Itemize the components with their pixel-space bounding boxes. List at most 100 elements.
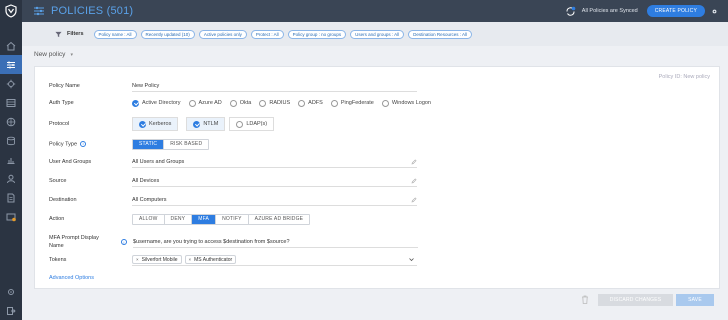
- shield-logo-icon: [5, 4, 17, 18]
- source-value: All Devices: [132, 177, 160, 184]
- sync-icon: [566, 6, 576, 16]
- protocol-option-label: LDAP(s): [246, 121, 268, 127]
- radio-checked-icon: [132, 99, 139, 107]
- filter-chip-protect[interactable]: Protect : All: [250, 29, 284, 39]
- breadcrumb-title: New policy: [34, 51, 66, 58]
- protocol-row: Protocol Kerberos NTLM LDAP(s): [49, 117, 705, 131]
- radio-icon: [229, 99, 237, 107]
- policy-name-row: Policy Name New Policy: [49, 80, 705, 92]
- page-title: POLICIES (501): [51, 5, 134, 17]
- nav-globe-icon[interactable]: [0, 112, 22, 131]
- close-icon[interactable]: ×: [189, 257, 192, 262]
- edit-icon[interactable]: [411, 197, 417, 203]
- filters-label: Filters: [67, 31, 84, 37]
- token-label: MS Authenticator: [194, 256, 233, 263]
- protocol-option-label: Kerberos: [149, 121, 172, 127]
- mfa-prompt-input[interactable]: $username, are you trying to access $des…: [133, 236, 418, 248]
- trash-icon[interactable]: [581, 295, 589, 304]
- create-policy-button[interactable]: CREATE POLICY: [646, 5, 705, 17]
- filter-chip-users-groups[interactable]: Users and groups : All: [350, 29, 405, 39]
- auth-active-directory[interactable]: Active Directory: [132, 99, 181, 107]
- destination-row: Destination All Computers: [49, 194, 705, 206]
- policy-form-card: Policy ID: New policy Policy Name New Po…: [34, 66, 720, 289]
- radio-icon: [298, 99, 306, 107]
- token-chip[interactable]: × Silverfort Mobile: [132, 255, 182, 264]
- users-groups-value: All Users and Groups: [132, 158, 185, 165]
- source-label: Source: [49, 178, 67, 184]
- sync-status: All Policies are Synced: [581, 8, 638, 14]
- tokens-select[interactable]: × Silverfort Mobile × MS Authenticator: [132, 254, 417, 266]
- policy-name-input[interactable]: New Policy: [132, 80, 417, 92]
- policy-type-risk-based[interactable]: RISK BASED: [164, 140, 208, 149]
- logo: [0, 0, 22, 22]
- nav-database-icon[interactable]: [0, 131, 22, 150]
- policy-type-static[interactable]: STATIC: [133, 139, 165, 149]
- source-field[interactable]: All Devices: [132, 175, 417, 187]
- filter-icon[interactable]: [55, 31, 62, 38]
- nav-document-icon[interactable]: [0, 188, 22, 207]
- policies-icon: [34, 6, 44, 16]
- token-label: Silverfort Mobile: [141, 256, 178, 263]
- tokens-label: Tokens: [49, 257, 67, 263]
- auth-azure-ad[interactable]: Azure AD: [188, 99, 222, 107]
- protocol-option-label: NTLM: [203, 121, 219, 127]
- info-icon[interactable]: i: [80, 140, 87, 147]
- policy-type-toggle: STATIC RISK BASED: [132, 138, 210, 150]
- filter-chip-active-only[interactable]: Active policies only: [198, 29, 247, 39]
- edit-icon[interactable]: [411, 159, 417, 165]
- destination-value: All Computers: [132, 196, 167, 203]
- protocol-kerberos[interactable]: Kerberos: [132, 117, 179, 131]
- nav-home-icon[interactable]: [0, 36, 22, 55]
- auth-radius[interactable]: RADIUS: [259, 99, 291, 107]
- breadcrumb[interactable]: New policy ▾: [34, 51, 73, 58]
- protocol-ntlm[interactable]: NTLM: [186, 117, 226, 131]
- radio-icon: [259, 99, 267, 107]
- auth-option-label: Active Directory: [142, 100, 181, 106]
- token-chip[interactable]: × MS Authenticator: [184, 255, 237, 264]
- nav-user-icon[interactable]: [0, 169, 22, 188]
- nav-alert-icon[interactable]: [0, 207, 22, 226]
- radio-icon: [188, 99, 196, 107]
- mfa-prompt-label-line2: Name: [49, 243, 64, 249]
- filter-chip-policy-name[interactable]: Policy name : All: [93, 29, 137, 39]
- nav-settings-icon[interactable]: [0, 282, 22, 301]
- action-deny[interactable]: DENY: [165, 214, 193, 224]
- users-groups-field[interactable]: All Users and Groups: [132, 156, 417, 168]
- action-row: Action ALLOW DENY MFA NOTIFY AZURE AD BR…: [49, 213, 705, 225]
- destination-label: Destination: [49, 197, 77, 203]
- nav-policies-icon[interactable]: [0, 55, 22, 74]
- nav-network-icon[interactable]: [0, 93, 22, 112]
- destination-field[interactable]: All Computers: [132, 194, 417, 206]
- auth-okta[interactable]: Okta: [229, 99, 251, 107]
- gear-icon[interactable]: [711, 8, 718, 15]
- action-allow[interactable]: ALLOW: [133, 214, 165, 224]
- advanced-options-link[interactable]: Advanced Options: [49, 275, 94, 281]
- mfa-prompt-label-line1: MFA Prompt Display: [49, 235, 99, 241]
- auth-adfs[interactable]: ADFS: [298, 99, 323, 107]
- save-button[interactable]: SAVE: [676, 294, 714, 306]
- nav-chart-icon[interactable]: [0, 150, 22, 169]
- discard-changes-button[interactable]: DISCARD CHANGES: [598, 294, 673, 306]
- sidebar: [0, 0, 22, 320]
- auth-type-label: Auth Type: [49, 100, 74, 106]
- auth-option-label: RADIUS: [269, 100, 291, 106]
- auth-windows-logon[interactable]: Windows Logon: [381, 99, 431, 107]
- checkbox-checked-icon: [139, 120, 146, 128]
- edit-icon[interactable]: [411, 178, 417, 184]
- auth-option-label: Windows Logon: [391, 100, 431, 106]
- auth-pingfederate[interactable]: PingFederate: [330, 99, 374, 107]
- close-icon[interactable]: ×: [136, 257, 139, 262]
- nav-logout-icon[interactable]: [0, 301, 22, 320]
- protocol-ldaps[interactable]: LDAP(s): [229, 117, 275, 131]
- policy-type-label: Policy Type i: [49, 140, 132, 147]
- chevron-down-icon[interactable]: [409, 257, 414, 262]
- mfa-prompt-value: $username, are you trying to access $des…: [133, 238, 290, 245]
- action-mfa[interactable]: MFA: [192, 214, 217, 224]
- action-notify[interactable]: NOTIFY: [216, 214, 249, 224]
- info-icon[interactable]: i: [121, 239, 127, 245]
- filter-chip-policy-group[interactable]: Policy group : no groups: [287, 29, 347, 39]
- filter-chip-recently-updated[interactable]: Recently updated (10): [140, 29, 195, 39]
- action-azure-ad-bridge[interactable]: AZURE AD BRIDGE: [249, 215, 310, 224]
- filter-chip-destination[interactable]: Destination Resources : All: [408, 29, 472, 39]
- nav-gear-icon[interactable]: [0, 74, 22, 93]
